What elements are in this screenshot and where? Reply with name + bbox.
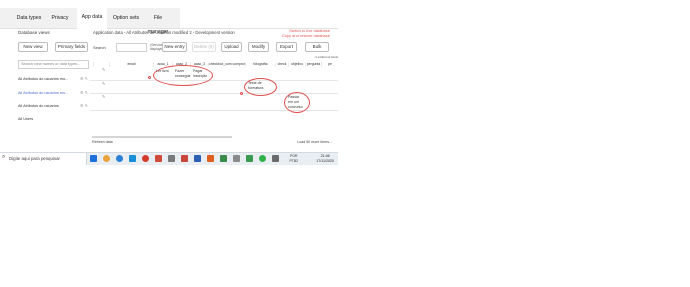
bulk-button[interactable]: Bulk xyxy=(305,42,329,52)
input-language[interactable]: POR PTB2 xyxy=(290,154,298,166)
tab-option-sets[interactable]: Option sets xyxy=(110,11,142,25)
delete-button[interactable]: Delete (0) xyxy=(192,42,216,52)
whatsapp-icon[interactable] xyxy=(259,155,266,162)
data-table: email acao_1 acao_2 acao_3 checkbox_com … xyxy=(90,62,338,132)
sidebar-item-label: All Atributos do usuarios mo... xyxy=(18,77,69,81)
tab-privacy[interactable]: Privacy xyxy=(46,11,74,25)
primary-fields-button[interactable]: Primary fields xyxy=(55,42,88,52)
task-view-icon[interactable] xyxy=(90,155,97,162)
app-icon-5[interactable] xyxy=(272,155,279,162)
lang-code: POR xyxy=(290,154,298,158)
app-icon-3[interactable] xyxy=(233,155,240,162)
top-tabs: Data types Privacy App data Option sets … xyxy=(0,8,338,35)
sidebar-item-view-1[interactable]: All Atributos do usuarios mo... ⚙ ✎ xyxy=(18,75,90,83)
store-icon[interactable] xyxy=(129,155,136,162)
search-input[interactable] xyxy=(116,43,147,52)
tab-data-types[interactable]: Data types xyxy=(14,11,44,25)
edge-icon[interactable] xyxy=(116,155,123,162)
page-title: Application data - All Atributos do usua… xyxy=(93,30,235,35)
load-more-link[interactable]: Load 50 more items... xyxy=(297,140,332,144)
modify-button[interactable]: Modify xyxy=(248,42,269,52)
edit-row-icon[interactable]: ✎ xyxy=(102,94,105,99)
annotation-circle-fotografia xyxy=(244,78,277,96)
database-links: Switch to live database Copy and restore… xyxy=(282,28,330,38)
taskbar-search-text: Digite aqui para pesquisar xyxy=(9,156,61,161)
view-actions-icon[interactable]: ⚙ ✎ xyxy=(80,102,88,110)
search-label: Search xyxy=(93,45,106,50)
database-views-sidebar: Database views New view Primary fields S… xyxy=(0,29,90,152)
annotation-marker xyxy=(148,76,151,79)
new-view-button[interactable]: New view xyxy=(18,42,48,52)
annotation-circle-acoes xyxy=(153,65,213,86)
app-icon-4[interactable] xyxy=(246,155,253,162)
opera-icon[interactable] xyxy=(142,155,149,162)
app-icon[interactable] xyxy=(168,155,175,162)
sidebar-title: Database views xyxy=(18,30,50,35)
export-button[interactable]: Export xyxy=(276,42,297,52)
windows-taskbar: ⌕ Digite aqui para pesquisar POR PTB2 21… xyxy=(0,152,338,165)
taskbar-search[interactable]: ⌕ Digite aqui para pesquisar xyxy=(0,153,87,165)
chrome-icon[interactable] xyxy=(103,155,110,162)
app-icon-2[interactable] xyxy=(207,155,214,162)
tab-file-manager[interactable]: File manager xyxy=(143,11,173,35)
view-actions-icon[interactable]: ⚙ ✎ xyxy=(80,89,88,97)
edit-row-icon[interactable]: ✎ xyxy=(102,81,105,86)
copy-restore-link[interactable]: Copy and restore database xyxy=(282,33,330,38)
sidebar-item-label: All Atributos do usuarios mo... xyxy=(18,91,69,95)
lang-layout: PTB2 xyxy=(289,158,298,163)
upload-button[interactable]: Upload xyxy=(221,42,242,52)
sidebar-item-all-users[interactable]: All Users xyxy=(18,115,90,123)
office-icon[interactable] xyxy=(155,155,162,162)
tab-app-data[interactable]: App data xyxy=(77,8,107,29)
excel-icon[interactable] xyxy=(220,155,227,162)
view-search-input[interactable]: Search view names or data types... xyxy=(18,60,89,69)
app-window: Data types Privacy App data Option sets … xyxy=(0,0,338,152)
clock-date: 17/11/2020 xyxy=(316,158,334,163)
edit-row-icon[interactable]: ✎ xyxy=(102,67,105,72)
new-entry-button[interactable]: New entry xyxy=(162,42,187,52)
powerpoint-icon[interactable] xyxy=(181,155,188,162)
sidebar-item-view-3[interactable]: All Atributos do usuarios ⚙ ✎ xyxy=(18,102,90,110)
annotation-circle-objetivo xyxy=(284,92,310,113)
view-actions-icon[interactable]: ⚙ ✎ xyxy=(80,75,88,83)
word-icon[interactable] xyxy=(194,155,201,162)
sidebar-item-view-2[interactable]: All Atributos do usuarios mo... ⚙ ✎ xyxy=(18,89,90,97)
horizontal-scrollbar[interactable] xyxy=(92,136,232,138)
sidebar-item-label: All Users xyxy=(18,117,34,121)
app-data-panel: Application data - All Atributos do usua… xyxy=(90,28,339,152)
sidebar-item-label: All Atributos do usuarios xyxy=(18,104,59,108)
additional-fields-note: 3 additional fields xyxy=(315,55,339,59)
refresh-data-link[interactable]: Refresh data xyxy=(92,140,113,144)
annotation-marker xyxy=(240,92,243,95)
taskbar-clock[interactable]: 21:46 17/11/2020 xyxy=(316,154,334,163)
table-row[interactable]: ✎ Ler livro Fazer conseguir Pagar inscri… xyxy=(90,67,338,81)
search-icon: ⌕ xyxy=(2,154,6,160)
